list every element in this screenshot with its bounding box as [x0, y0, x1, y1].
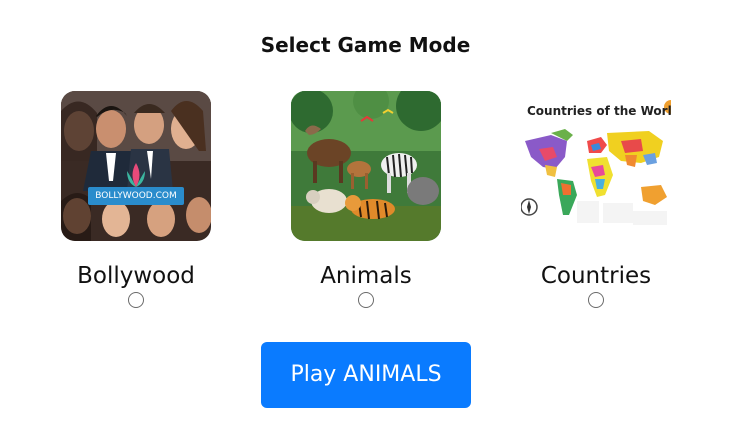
mode-option-countries[interactable]: Countries of the World Countries — [506, 91, 686, 308]
bollywood-image — [61, 91, 211, 241]
mode-label-animals: Animals — [320, 263, 412, 289]
page-title: Select Game Mode — [260, 33, 471, 57]
radio-countries[interactable] — [588, 292, 604, 308]
radio-bollywood[interactable] — [128, 292, 144, 308]
mode-option-animals[interactable]: Animals — [276, 91, 456, 308]
play-button[interactable]: Play ANIMALS — [261, 342, 471, 408]
animals-image — [291, 91, 441, 241]
mode-label-bollywood: Bollywood — [77, 263, 195, 289]
mode-option-bollywood[interactable]: BOLLYWOOD.COM Bollywood — [46, 91, 226, 308]
map-title: Countries of the World — [527, 104, 671, 118]
animals-thumbnail[interactable] — [291, 91, 441, 241]
countries-thumbnail[interactable]: Countries of the World — [521, 91, 671, 241]
radio-animals[interactable] — [358, 292, 374, 308]
bollywood-logo-text: BOLLYWOOD.COM — [88, 187, 184, 205]
bollywood-thumbnail[interactable]: BOLLYWOOD.COM — [61, 91, 211, 241]
mode-label-countries: Countries — [540, 263, 652, 289]
